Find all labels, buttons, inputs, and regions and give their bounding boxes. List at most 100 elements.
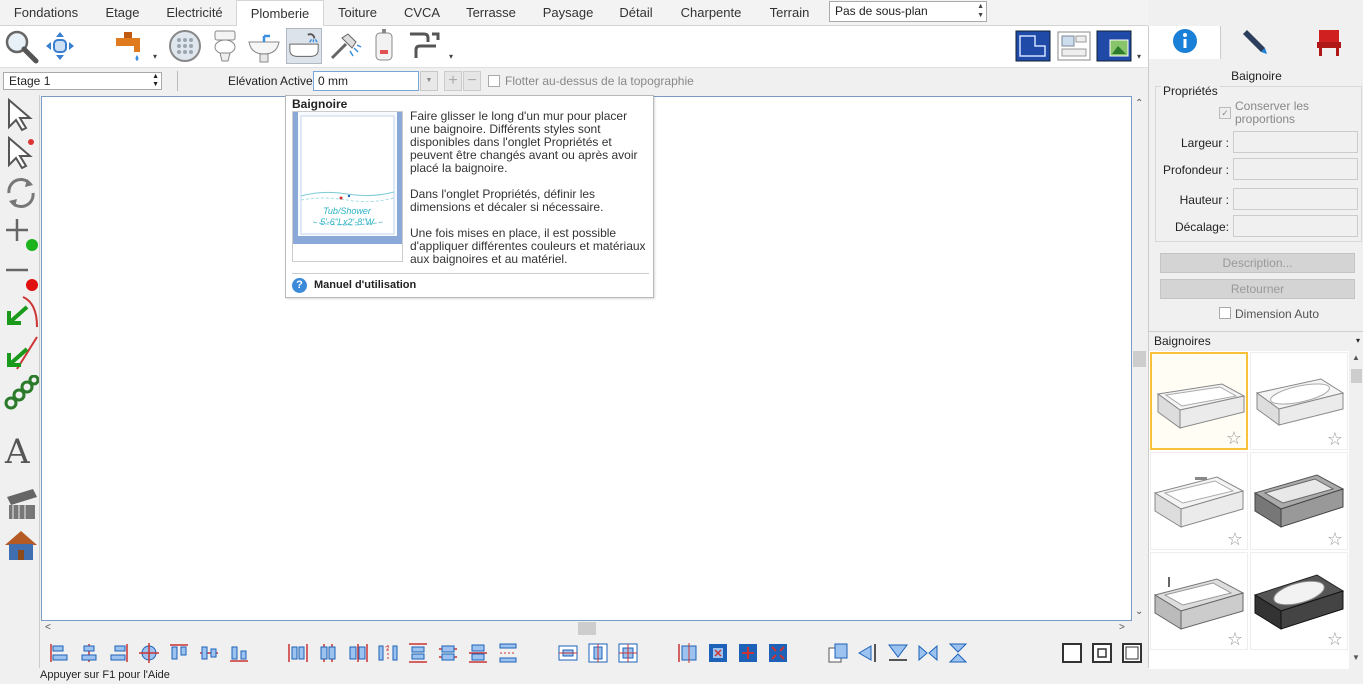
chain-icon[interactable]: [3, 375, 39, 411]
horizontal-scrollbar[interactable]: < >: [41, 621, 1132, 637]
mirror-left-icon[interactable]: [857, 642, 879, 664]
bathtub-icon[interactable]: [286, 28, 322, 64]
align-top-icon[interactable]: [168, 642, 190, 664]
zoom-icon[interactable]: [3, 28, 39, 64]
tab-detail[interactable]: Détail: [607, 0, 665, 26]
elevation-minus-button[interactable]: −: [463, 71, 481, 91]
border-icon[interactable]: [1121, 642, 1143, 664]
scroll-down-icon[interactable]: ▼: [1352, 653, 1360, 662]
keep-proportions-checkbox[interactable]: ✓: [1219, 107, 1231, 119]
space-horizontal-icon[interactable]: ?: [377, 642, 399, 664]
favorite-star-icon[interactable]: ☆: [1327, 430, 1343, 448]
nested-frame-icon[interactable]: [1091, 642, 1113, 664]
camera-view-icon[interactable]: [1096, 28, 1132, 64]
align-bottom-icon[interactable]: [228, 642, 250, 664]
tab-etage[interactable]: Etage: [92, 0, 153, 26]
water-heater-icon[interactable]: [366, 28, 402, 64]
copy-icon[interactable]: [827, 642, 849, 664]
scroll-thumb[interactable]: [1351, 369, 1362, 383]
tab-library[interactable]: [1293, 26, 1363, 59]
tab-plomberie[interactable]: Plomberie: [236, 0, 324, 27]
pan-icon[interactable]: [42, 28, 78, 64]
align-right-icon[interactable]: [108, 642, 130, 664]
frame-icon[interactable]: [1061, 642, 1083, 664]
tab-charpente[interactable]: Charpente: [665, 0, 757, 26]
space-vertical-icon[interactable]: [497, 642, 519, 664]
dropdown-arrow-icon[interactable]: ▾: [1137, 52, 1141, 61]
distribute-left-icon[interactable]: [287, 642, 309, 664]
center-both-icon[interactable]: [617, 642, 639, 664]
select-similar-icon[interactable]: [3, 135, 39, 171]
tab-paysage[interactable]: Paysage: [529, 0, 607, 26]
library-item-bathtub[interactable]: ☆: [1250, 452, 1348, 550]
center-vertical-icon[interactable]: [587, 642, 609, 664]
mirror-top-icon[interactable]: [887, 642, 909, 664]
house-icon[interactable]: [3, 527, 39, 563]
flip-button[interactable]: Retourner: [1160, 279, 1355, 299]
scroll-up-icon[interactable]: ▲: [1352, 353, 1360, 362]
join-lines-icon[interactable]: [3, 335, 39, 371]
tab-electricite[interactable]: Electricité: [153, 0, 236, 26]
tab-terrain[interactable]: Terrain: [757, 0, 822, 26]
select-arrow-icon[interactable]: [3, 97, 39, 133]
favorite-star-icon[interactable]: ☆: [1227, 530, 1243, 548]
align-left-icon[interactable]: [48, 642, 70, 664]
favorite-star-icon[interactable]: ☆: [1327, 530, 1343, 548]
faucet-icon[interactable]: [112, 28, 148, 64]
tab-info[interactable]: [1149, 26, 1221, 59]
plan-view-icon[interactable]: [1015, 28, 1051, 64]
distribute-center-icon[interactable]: [317, 642, 339, 664]
camera-film-icon[interactable]: [3, 487, 39, 523]
scroll-thumb[interactable]: [578, 622, 596, 635]
mirror-vertical-icon[interactable]: [947, 642, 969, 664]
shrink-icon[interactable]: [767, 642, 789, 664]
height-field[interactable]: [1233, 188, 1358, 210]
width-field[interactable]: [1233, 131, 1358, 153]
library-item-bathtub[interactable]: ☆: [1250, 352, 1348, 450]
scroll-left-icon[interactable]: <: [45, 622, 51, 633]
center-object-icon[interactable]: [138, 642, 160, 664]
fill-area-icon[interactable]: [707, 642, 729, 664]
scroll-down-icon[interactable]: ⌄: [1135, 606, 1143, 617]
tab-cvca[interactable]: CVCA: [391, 0, 453, 26]
expand-icon[interactable]: [737, 642, 759, 664]
favorite-star-icon[interactable]: ☆: [1226, 429, 1242, 447]
library-item-bathtub[interactable]: ☆: [1150, 452, 1248, 550]
library-header[interactable]: Baignoires ▾: [1149, 331, 1363, 351]
align-middle-icon[interactable]: [198, 642, 220, 664]
delete-point-icon[interactable]: [3, 255, 39, 291]
elevation-dropdown-icon[interactable]: ▼: [420, 71, 438, 91]
center-horizontal-icon[interactable]: [557, 642, 579, 664]
distribute-bottom-icon[interactable]: [467, 642, 489, 664]
break-line-icon[interactable]: [3, 293, 39, 329]
vertical-scrollbar[interactable]: ⌃ ⌄: [1132, 96, 1147, 621]
distribute-top-icon[interactable]: [407, 642, 429, 664]
offset-field[interactable]: [1233, 215, 1358, 237]
tab-material[interactable]: [1221, 26, 1293, 59]
mirror-both-icon[interactable]: [917, 642, 939, 664]
favorite-star-icon[interactable]: ☆: [1227, 630, 1243, 648]
dropdown-arrow-icon[interactable]: ▾: [449, 52, 453, 61]
distribute-middle-icon[interactable]: [437, 642, 459, 664]
sink-icon[interactable]: [246, 28, 282, 64]
description-button[interactable]: Description...: [1160, 253, 1355, 273]
tab-terrasse[interactable]: Terrasse: [453, 0, 529, 26]
toilet-icon[interactable]: [207, 28, 243, 64]
library-item-bathtub[interactable]: ☆: [1250, 552, 1348, 650]
user-manual-link[interactable]: Manuel d'utilisation: [314, 279, 416, 291]
depth-field[interactable]: [1233, 158, 1358, 180]
shower-icon[interactable]: [326, 28, 362, 64]
help-icon[interactable]: ?: [292, 278, 307, 293]
scroll-thumb[interactable]: [1133, 351, 1146, 367]
layout-view-icon[interactable]: [1056, 28, 1092, 64]
pipe-icon[interactable]: [406, 28, 442, 64]
rotate-icon[interactable]: [3, 175, 39, 211]
auto-dimension-checkbox[interactable]: [1219, 307, 1231, 319]
elevation-plus-button[interactable]: +: [444, 71, 462, 91]
library-item-bathtub[interactable]: ☆: [1150, 552, 1248, 650]
distribute-right-icon[interactable]: [347, 642, 369, 664]
favorite-star-icon[interactable]: ☆: [1327, 630, 1343, 648]
drain-icon[interactable]: [167, 28, 203, 64]
stretch-vertical-icon[interactable]: [677, 642, 699, 664]
dropdown-arrow-icon[interactable]: ▾: [153, 52, 157, 61]
